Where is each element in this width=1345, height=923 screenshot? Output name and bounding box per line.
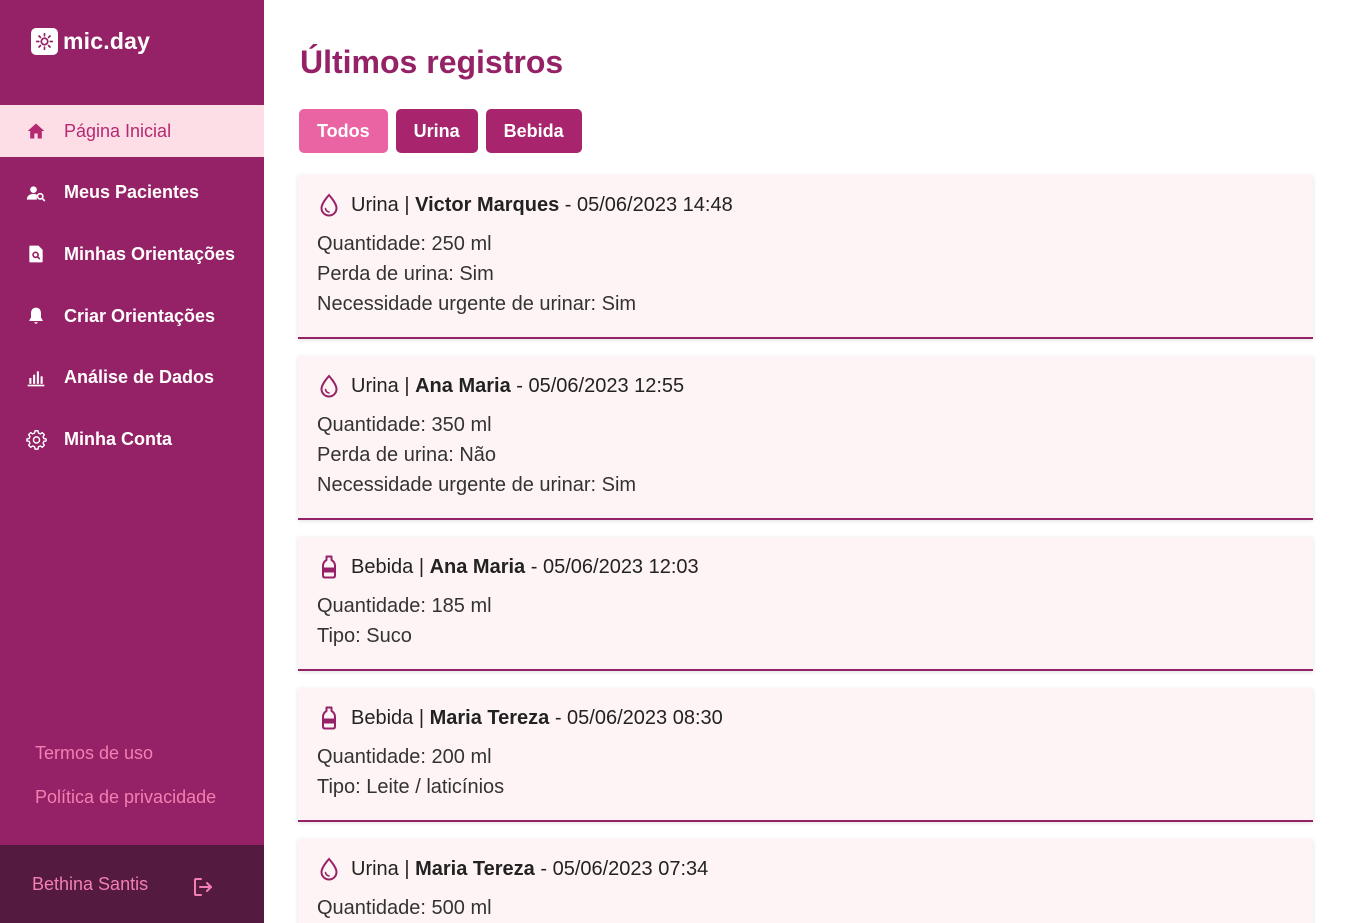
record-patient: Ana Maria: [415, 374, 511, 397]
droplet-icon: [317, 193, 341, 217]
page-title: Últimos registros: [300, 44, 564, 80]
record-detail: Tipo: Suco: [317, 625, 412, 647]
record-datetime: - 05/06/2023 12:55: [510, 374, 685, 397]
record-patient: Ana Maria: [429, 555, 526, 578]
record-card[interactable]: Bebida | Maria Tereza - 05/06/2023 08:30…: [298, 688, 1313, 822]
record-datetime: - 05/06/2023 07:34: [534, 857, 709, 880]
sidebar-nav: Página Inicial Meus Pacientes Minhas Ori…: [0, 105, 264, 475]
user-name: Bethina Santis: [32, 873, 149, 894]
record-separator: |: [413, 706, 430, 729]
footer-links: Termos de uso Política de privacidade: [35, 741, 216, 829]
filter-bar: Todos Urina Bebida: [299, 109, 582, 153]
record-card[interactable]: Bebida | Ana Maria - 05/06/2023 12:03 Qu…: [298, 537, 1313, 671]
bar-chart-icon: [25, 367, 47, 389]
record-detail: Perda de urina: Sim: [317, 263, 494, 285]
record-detail: Perda de urina: Não: [317, 444, 497, 466]
sidebar-item-create-guidelines[interactable]: Criar Orientações: [0, 290, 264, 342]
records-list: Urina | Victor Marques - 05/06/2023 14:4…: [298, 175, 1313, 923]
gear-icon: [25, 428, 47, 450]
record-type: Urina: [351, 374, 399, 397]
record-patient: Maria Tereza: [415, 857, 535, 880]
record-type: Bebida: [351, 555, 414, 578]
record-datetime: - 05/06/2023 12:03: [525, 555, 699, 578]
main-content: Últimos registros Todos Urina Bebida Uri…: [264, 0, 1345, 923]
record-header: Urina | Maria Tereza - 05/06/2023 07:34: [317, 857, 1294, 881]
document-search-icon: [25, 243, 47, 265]
record-header: Bebida | Ana Maria - 05/06/2023 12:03: [317, 555, 1294, 579]
sidebar-item-label: Criar Orientações: [64, 305, 216, 326]
sun-logo-icon: [31, 28, 58, 55]
record-detail: Tipo: Leite / laticínios: [317, 776, 505, 798]
bell-icon: [25, 305, 47, 327]
sidebar-item-patients[interactable]: Meus Pacientes: [0, 167, 264, 219]
sidebar-item-label: Análise de Dados: [64, 367, 215, 388]
sidebar-item-guidelines[interactable]: Minhas Orientações: [0, 228, 264, 280]
record-separator: |: [398, 374, 416, 397]
filter-drink-button[interactable]: Bebida: [485, 109, 582, 153]
sidebar-item-label: Página Inicial: [64, 120, 172, 141]
sidebar: mic.day Página Inicial Meus Pacientes Mi…: [0, 0, 264, 923]
record-detail: Quantidade: 185 ml: [317, 595, 492, 617]
record-detail: Quantidade: 350 ml: [317, 414, 492, 436]
home-icon: [25, 120, 47, 142]
record-datetime: - 05/06/2023 14:48: [559, 193, 733, 216]
record-type: Urina: [351, 857, 399, 880]
user-bar: Bethina Santis: [0, 845, 264, 923]
record-detail: Quantidade: 200 ml: [317, 746, 492, 768]
sidebar-item-label: Meus Pacientes: [64, 182, 200, 203]
record-type: Urina: [351, 193, 399, 216]
record-detail: Quantidade: 250 ml: [317, 233, 492, 255]
record-card[interactable]: Urina | Ana Maria - 05/06/2023 12:55 Qua…: [298, 356, 1313, 520]
record-separator: |: [413, 555, 430, 578]
droplet-icon: [317, 374, 341, 398]
terms-link[interactable]: Termos de uso: [35, 741, 216, 765]
filter-urine-button[interactable]: Urina: [395, 109, 478, 153]
record-card[interactable]: Urina | Victor Marques - 05/06/2023 14:4…: [298, 175, 1313, 339]
brand-name: mic.day: [63, 28, 151, 54]
record-detail: Quantidade: 500 ml: [317, 897, 492, 919]
sidebar-item-label: Minha Conta: [64, 428, 172, 449]
record-separator: |: [398, 193, 416, 216]
record-header: Urina | Victor Marques - 05/06/2023 14:4…: [317, 193, 1294, 217]
record-detail: Necessidade urgente de urinar: Sim: [317, 474, 637, 496]
privacy-link[interactable]: Política de privacidade: [35, 785, 216, 809]
bottle-icon: [317, 555, 341, 579]
sidebar-item-home[interactable]: Página Inicial: [0, 105, 264, 157]
patient-search-icon: [25, 182, 47, 204]
sidebar-item-data-analysis[interactable]: Análise de Dados: [0, 352, 264, 404]
sidebar-item-account[interactable]: Minha Conta: [0, 413, 264, 465]
record-separator: |: [398, 857, 416, 880]
record-datetime: - 05/06/2023 08:30: [549, 706, 723, 729]
logout-icon[interactable]: [191, 875, 215, 899]
record-card[interactable]: Urina | Maria Tereza - 05/06/2023 07:34 …: [298, 839, 1313, 923]
record-header: Urina | Ana Maria - 05/06/2023 12:55: [317, 374, 1294, 398]
sidebar-item-label: Minhas Orientações: [64, 243, 236, 264]
droplet-icon: [317, 857, 341, 881]
bottle-icon: [317, 706, 341, 730]
filter-all-button[interactable]: Todos: [299, 109, 388, 153]
record-patient: Maria Tereza: [429, 706, 550, 729]
record-detail: Necessidade urgente de urinar: Sim: [317, 293, 637, 315]
record-type: Bebida: [351, 706, 414, 729]
record-header: Bebida | Maria Tereza - 05/06/2023 08:30: [317, 706, 1294, 730]
record-patient: Victor Marques: [415, 193, 560, 216]
brand[interactable]: mic.day: [31, 28, 150, 55]
